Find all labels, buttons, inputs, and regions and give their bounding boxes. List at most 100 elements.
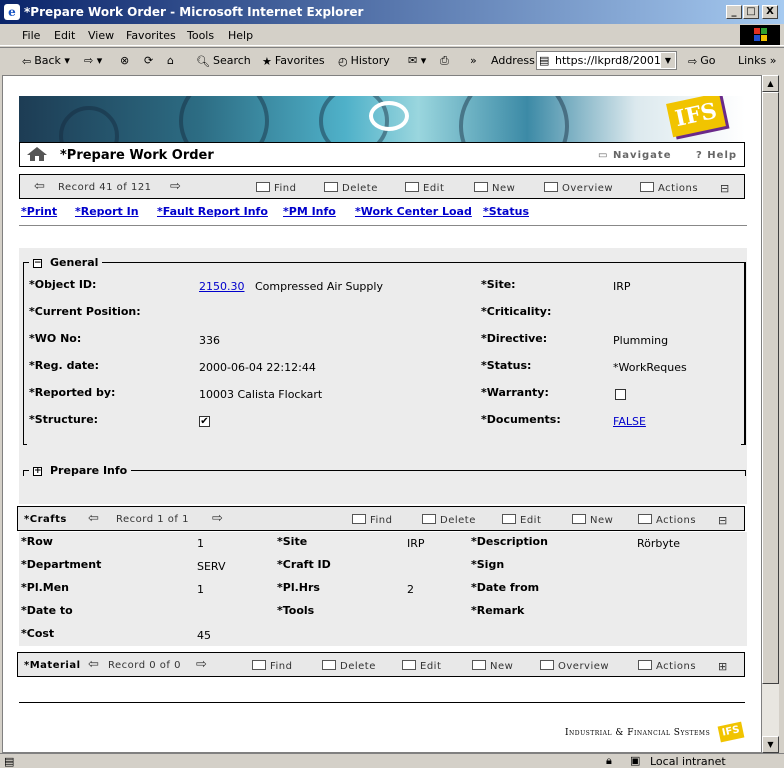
menu-tools[interactable]: Tools	[187, 29, 214, 42]
favorites-button[interactable]: ★ Favorites	[262, 54, 325, 68]
structure-label: *Structure:	[29, 413, 99, 426]
go-label: Go	[700, 54, 716, 67]
material-overview-button[interactable]: Overview	[540, 660, 609, 672]
help-button[interactable]: ? Help	[696, 150, 737, 161]
frame-edge	[745, 262, 746, 444]
collapse-toggle-icon[interactable]: ⊟	[720, 182, 730, 195]
collapse-icon[interactable]: −	[33, 258, 42, 268]
menu-view[interactable]: View	[88, 29, 114, 42]
link-print[interactable]: *Print	[21, 205, 57, 218]
material-find-button[interactable]: Find	[252, 660, 293, 672]
craft-description-value: Rörbyte	[637, 537, 680, 550]
material-expand-icon[interactable]: ⊞	[718, 660, 728, 673]
menu-file[interactable]: File	[22, 29, 40, 42]
actions-button[interactable]: Actions	[640, 182, 698, 194]
footer-divider	[19, 702, 745, 703]
overview-button[interactable]: Overview	[544, 182, 613, 194]
edit-icon	[502, 514, 516, 524]
delete-button[interactable]: Delete	[324, 182, 378, 194]
page-title: *Prepare Work Order	[60, 148, 214, 163]
crafts-delete-label: Delete	[440, 515, 476, 526]
footer-company: Industrial & Financial Systems	[565, 728, 711, 738]
link-report-in[interactable]: *Report In	[75, 205, 139, 218]
close-button[interactable]: X	[762, 5, 778, 19]
craft-pl-men-label: *Pl.Men	[21, 581, 70, 594]
address-input[interactable]: https://lkprd8/2001/P ▤ ▼	[536, 51, 677, 70]
actions-icon	[638, 660, 652, 670]
new-label: New	[492, 183, 516, 194]
structure-checkbox[interactable]: ✔	[199, 416, 210, 427]
link-work-center-load[interactable]: *Work Center Load	[355, 205, 472, 218]
previous-record-icon[interactable]: ⇦	[34, 179, 45, 194]
link-status[interactable]: *Status	[483, 205, 529, 218]
material-edit-button[interactable]: Edit	[402, 660, 441, 672]
scroll-down-icon[interactable]: ▼	[762, 736, 779, 753]
forward-button[interactable]: ⇨ ▾	[84, 54, 102, 67]
browser-toolbar: ⇦ Back ▾ ⇨ ▾ ⊗ ⟳ ⌂ 🔍︎ Search ★ Favorites ◴ H…	[0, 47, 784, 73]
maximize-button[interactable]: □	[743, 5, 759, 19]
home-button[interactable]: ⌂	[167, 54, 174, 67]
crafts-new-button[interactable]: New	[572, 514, 613, 526]
dropdown-arrow-icon[interactable]: ▼	[661, 53, 675, 68]
frame-edge	[23, 470, 24, 476]
go-button[interactable]: ⇨ Go	[688, 54, 715, 68]
expand-icon[interactable]: +	[33, 466, 42, 476]
more-chevron-icon[interactable]: »	[470, 54, 477, 67]
help-icon: ?	[696, 150, 703, 161]
stop-button[interactable]: ⊗	[120, 54, 129, 67]
crafts-record-position: Record 1 of 1	[116, 514, 189, 525]
menu-edit[interactable]: Edit	[54, 29, 75, 42]
history-button[interactable]: ◴ History	[338, 54, 390, 68]
scroll-up-icon[interactable]: ▲	[762, 75, 779, 92]
next-craft-icon[interactable]: ⇨	[212, 511, 223, 526]
new-button[interactable]: New	[474, 182, 515, 194]
new-icon	[572, 514, 586, 524]
crafts-delete-button[interactable]: Delete	[422, 514, 476, 526]
home-icon[interactable]	[26, 146, 48, 165]
navigate-button[interactable]: ▭ Navigate	[598, 150, 671, 161]
find-button[interactable]: Find	[256, 182, 297, 194]
craft-tools-label: *Tools	[277, 604, 315, 617]
crafts-find-button[interactable]: Find	[352, 514, 393, 526]
material-overview-label: Overview	[558, 661, 610, 672]
craft-description-label: *Description	[471, 535, 548, 548]
search-button[interactable]: 🔍︎ Search	[196, 54, 251, 68]
general-header[interactable]: − General	[29, 256, 103, 269]
warranty-checkbox[interactable]	[615, 389, 626, 400]
crafts-edit-button[interactable]: Edit	[502, 514, 541, 526]
documents-link[interactable]: FALSE	[613, 415, 646, 428]
link-pm-info[interactable]: *PM Info	[283, 205, 336, 218]
menu-favorites[interactable]: Favorites	[126, 29, 176, 42]
prepare-info-header[interactable]: + Prepare Info	[29, 464, 132, 477]
next-material-icon[interactable]: ⇨	[196, 657, 207, 672]
scroll-thumb[interactable]	[762, 92, 779, 684]
material-title: *Material	[24, 660, 81, 671]
material-actions-button[interactable]: Actions	[638, 660, 696, 672]
site-value: IRP	[613, 280, 631, 293]
crafts-collapse-icon[interactable]: ⊟	[718, 514, 728, 527]
material-record-position: Record 0 of 0	[108, 660, 181, 671]
links-button[interactable]: Links »	[738, 54, 777, 67]
print-button[interactable]: ⎙	[440, 54, 449, 68]
crafts-actions-button[interactable]: Actions	[638, 514, 696, 526]
search-icon: 🔍︎	[196, 54, 210, 68]
reg-date-value: 2000-06-04 22:12:44	[199, 361, 316, 374]
link-fault-report-info[interactable]: *Fault Report Info	[157, 205, 268, 218]
prepare-info-frame	[23, 470, 745, 471]
object-id-link[interactable]: 2150.30	[199, 280, 245, 293]
printer-icon: ⎙	[440, 54, 449, 67]
refresh-button[interactable]: ⟳	[144, 54, 153, 67]
previous-material-icon[interactable]: ⇦	[88, 657, 99, 672]
material-new-button[interactable]: New	[472, 660, 513, 672]
next-record-icon[interactable]: ⇨	[170, 179, 181, 194]
search-label: Search	[212, 54, 251, 67]
navigate-label: Navigate	[612, 150, 672, 161]
vertical-scrollbar[interactable]: ▲ ▼	[762, 75, 779, 753]
previous-craft-icon[interactable]: ⇦	[88, 511, 99, 526]
material-delete-button[interactable]: Delete	[322, 660, 376, 672]
minimize-button[interactable]: _	[726, 5, 742, 19]
edit-button[interactable]: Edit	[405, 182, 444, 194]
back-button[interactable]: ⇦ Back ▾	[22, 54, 70, 68]
mail-button[interactable]: ✉ ▾	[408, 54, 426, 67]
menu-help[interactable]: Help	[228, 29, 253, 42]
